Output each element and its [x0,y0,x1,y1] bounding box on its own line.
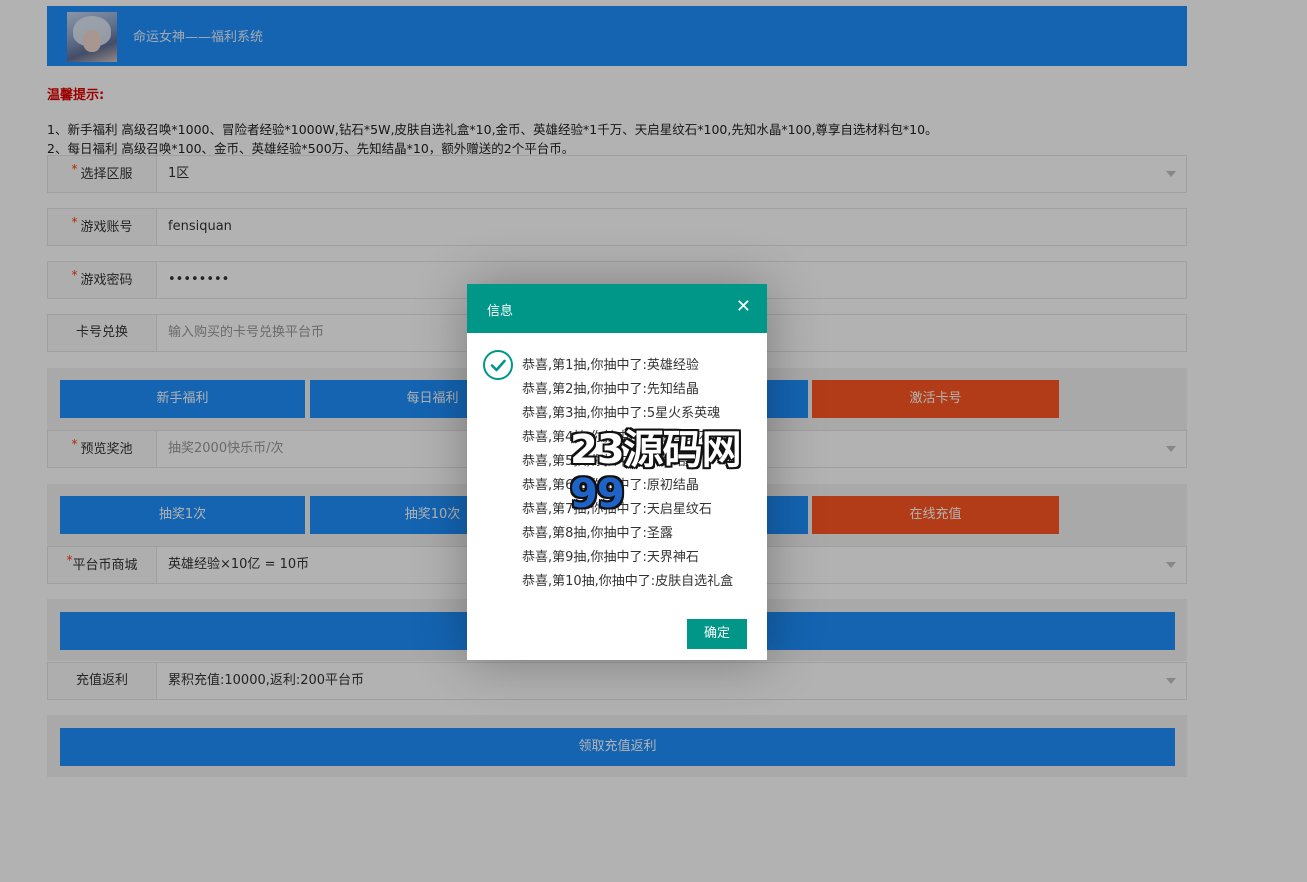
draw-result-list: 恭喜,第1抽,你抽中了:英雄经验 恭喜,第2抽,你抽中了:先知结晶 恭喜,第3抽… [522,356,733,596]
success-check-icon [483,350,513,380]
dialog-title: 信息 [487,304,514,319]
close-icon[interactable]: ✕ [736,296,751,317]
page: 命运女神——福利系统 温馨提示: 1、新手福利 高级召唤*1000、冒险者经验*… [0,0,1307,882]
confirm-button[interactable]: 确定 [687,619,747,649]
draw-result-line: 恭喜,第7抽,你抽中了:天启星纹石 [522,502,712,517]
draw-result-line: 恭喜,第2抽,你抽中了:先知结晶 [522,382,699,397]
draw-result-line: 恭喜,第6抽,你抽中了:原初结晶 [522,478,699,493]
draw-result-line: 恭喜,第8抽,你抽中了:圣露 [522,526,673,541]
draw-result-line: 恭喜,第10抽,你抽中了:皮肤自选礼盒 [522,574,734,589]
draw-result-line: 恭喜,第1抽,你抽中了:英雄经验 [522,358,699,373]
dialog-header: 信息 ✕ [467,284,767,333]
draw-result-line: 恭喜,第9抽,你抽中了:天界神石 [522,550,699,565]
draw-result-line: 恭喜,第3抽,你抽中了:5星火系英魂 [522,406,721,421]
site-watermark: 23源码网99 [570,427,742,517]
